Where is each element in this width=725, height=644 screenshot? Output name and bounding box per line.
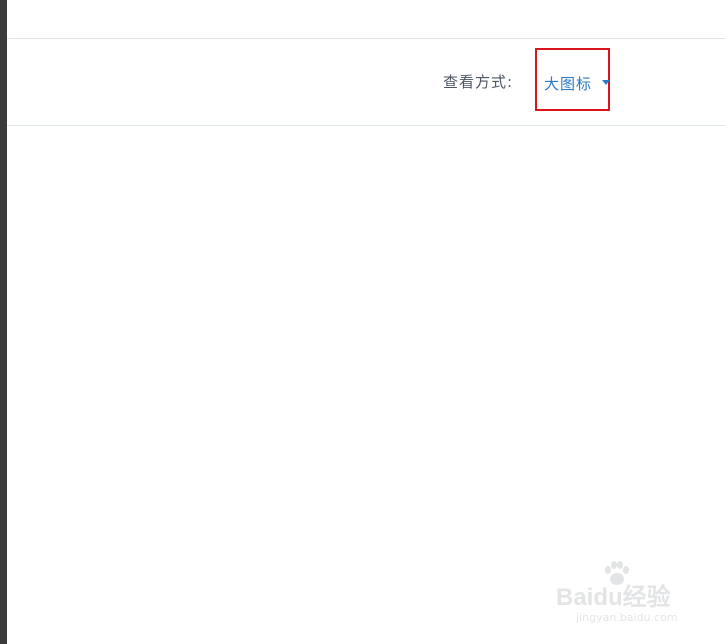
view-by-label: 查看方式: <box>443 73 514 91</box>
chevron-down-icon[interactable] <box>602 80 610 85</box>
address-bar-area <box>7 0 725 39</box>
view-by-value: 大图标 <box>544 75 593 93</box>
control-panel-window: 查看方式: 大图标 Baidu经验 jingyan.baidu.com <box>0 0 725 644</box>
window-left-border <box>0 0 7 644</box>
view-by-dropdown[interactable]: 大图标 <box>535 48 610 111</box>
view-toolbar: 查看方式: 大图标 <box>7 39 725 126</box>
baidu-watermark: Baidu经验 jingyan.baidu.com <box>556 561 696 635</box>
watermark-url: jingyan.baidu.com <box>576 611 678 624</box>
watermark-text: Baidu经验 <box>556 584 671 611</box>
